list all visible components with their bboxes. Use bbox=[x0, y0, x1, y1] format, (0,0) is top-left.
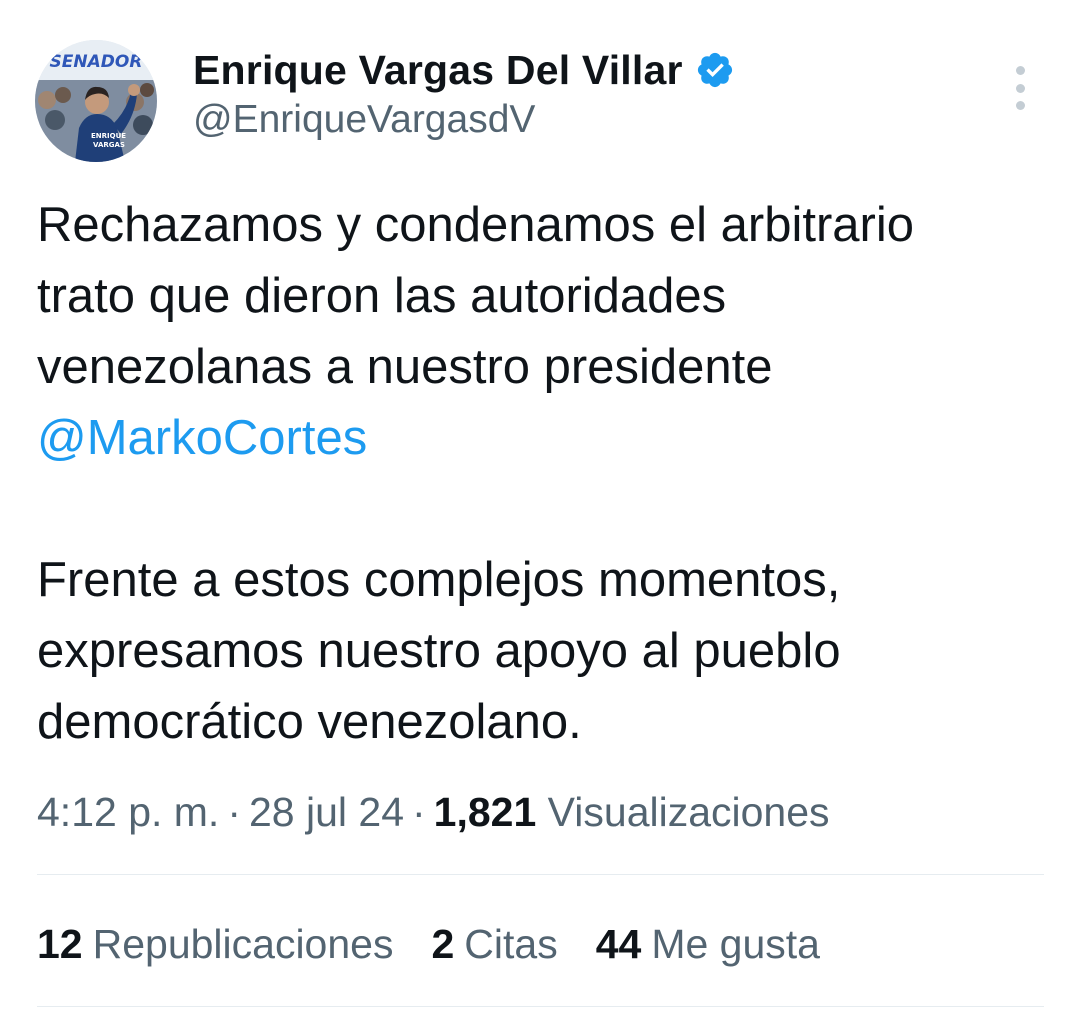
divider bbox=[37, 874, 1044, 875]
tweet-line: trato que dieron las autoridades bbox=[37, 269, 727, 323]
svg-text:ENRIQUE: ENRIQUE bbox=[91, 132, 126, 140]
avatar[interactable]: ENRIQUE VARGAS SENADOR bbox=[35, 40, 157, 162]
tweet-line: democrático venezolano. bbox=[37, 695, 582, 749]
mention-link[interactable]: @MarkoCortes bbox=[37, 411, 367, 465]
tweet-date[interactable]: 28 jul 24 bbox=[249, 789, 404, 835]
more-dot bbox=[1015, 101, 1025, 110]
author-display-name[interactable]: Enrique Vargas Del Villar bbox=[193, 47, 683, 94]
verified-badge-icon[interactable] bbox=[695, 50, 735, 90]
avatar-senador-text: SENADOR bbox=[50, 52, 143, 72]
author-name-row: Enrique Vargas Del Villar bbox=[193, 44, 735, 96]
likes-label: Me gusta bbox=[651, 921, 820, 967]
reposts-label: Republicaciones bbox=[92, 921, 394, 967]
views-label[interactable]: Visualizaciones bbox=[548, 789, 830, 835]
tweet-meta: 4:12 p. m. · 28 jul 24 · 1,821 Visualizacion… bbox=[37, 784, 830, 840]
quotes-count: 2 bbox=[431, 921, 455, 967]
more-options-icon[interactable] bbox=[1005, 64, 1035, 112]
views-count: 1,821 bbox=[433, 789, 537, 835]
tweet-line: Rechazamos y condenamos el arbitrario bbox=[37, 198, 914, 252]
svg-text:VARGAS: VARGAS bbox=[93, 141, 125, 149]
quotes-stat[interactable]: 2 Citas bbox=[431, 916, 557, 972]
tweet: ENRIQUE VARGAS SENADOR Enrique Vargas De… bbox=[0, 0, 1080, 1014]
avatar-image: ENRIQUE VARGAS SENADOR bbox=[35, 40, 157, 162]
reposts-stat[interactable]: 12 Republicaciones bbox=[37, 916, 393, 972]
likes-count: 44 bbox=[595, 921, 642, 967]
tweet-line: expresamos nuestro apoyo al pueblo bbox=[37, 624, 841, 678]
meta-separator: · bbox=[227, 789, 241, 835]
likes-stat[interactable]: 44 Me gusta bbox=[596, 916, 820, 972]
author-handle[interactable]: @EnriqueVargasdV bbox=[193, 98, 535, 142]
reposts-count: 12 bbox=[37, 921, 83, 967]
more-dot bbox=[1015, 83, 1025, 93]
tweet-line: Frente a estos complejos momentos, bbox=[37, 553, 841, 607]
quotes-label: Citas bbox=[464, 921, 558, 967]
tweet-stats: 12 Republicaciones 2 Citas 44 Me gusta bbox=[37, 916, 820, 972]
tweet-text: Rechazamos y condenamos el arbitrario tr… bbox=[37, 190, 1047, 758]
divider bbox=[37, 1006, 1044, 1007]
tweet-time[interactable]: 4:12 p. m. bbox=[37, 789, 219, 835]
tweet-line: venezolanas a nuestro presidente bbox=[37, 340, 773, 394]
paragraph-break bbox=[37, 474, 1047, 545]
more-dot bbox=[1015, 66, 1025, 75]
tweet-line-mention: @MarkoCortes bbox=[37, 403, 1047, 474]
meta-separator: · bbox=[412, 789, 426, 835]
